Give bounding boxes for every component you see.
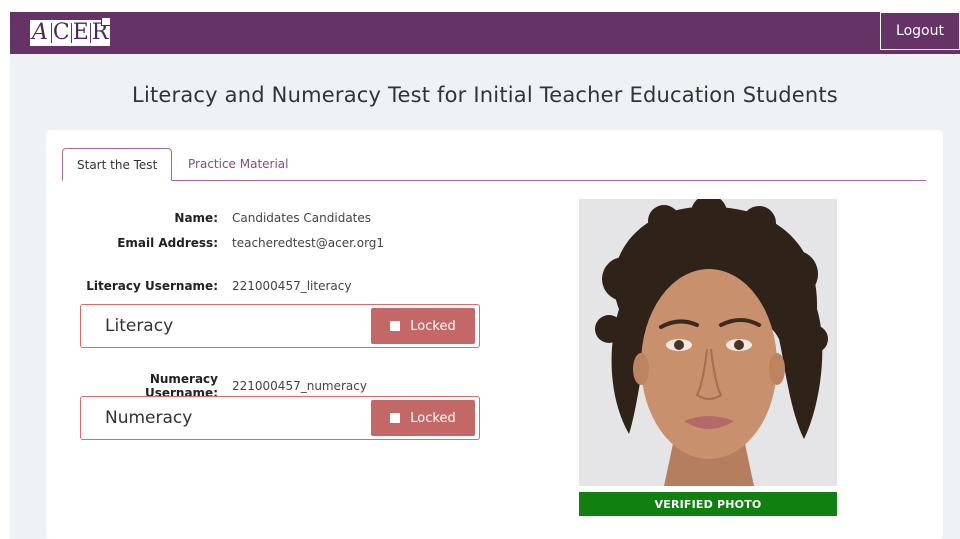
tab-practice-material[interactable]: Practice Material	[174, 148, 303, 180]
candidate-photo	[579, 199, 837, 486]
top-bar: ACER Logout	[10, 12, 960, 54]
verified-photo-badge: VERIFIED PHOTO	[579, 492, 837, 516]
literacy-test-box: Literacy Locked	[80, 304, 480, 348]
logo-mark: ACER	[30, 18, 111, 46]
literacy-test-title: Literacy	[105, 316, 174, 336]
name-row: Name: Candidates Candidates	[80, 211, 371, 225]
numeracy-test-title: Numeracy	[105, 408, 193, 428]
literacy-locked-button[interactable]: Locked	[371, 308, 475, 344]
numeracy-username-value: 221000457_numeracy	[232, 379, 367, 393]
tab-bar: Start the Test Practice Material	[62, 148, 926, 181]
literacy-status-label: Locked	[410, 318, 456, 334]
literacy-username-label: Literacy Username:	[86, 279, 218, 293]
app-frame: ACER Logout Literacy and Numeracy Test f…	[10, 12, 960, 539]
logout-button[interactable]: Logout	[880, 12, 960, 50]
portrait-image	[579, 199, 837, 486]
literacy-username-row: Literacy Username: 221000457_literacy	[80, 279, 351, 293]
tab-start-the-test[interactable]: Start the Test	[62, 148, 173, 181]
email-row: Email Address: teacheredtest@acer.org1	[80, 236, 384, 250]
numeracy-locked-button[interactable]: Locked	[371, 400, 475, 436]
acer-logo[interactable]: ACER	[30, 18, 111, 46]
numeracy-test-box: Numeracy Locked	[80, 396, 480, 440]
main-panel: Start the Test Practice Material Name: C…	[46, 130, 943, 539]
literacy-username-value: 221000457_literacy	[232, 279, 352, 293]
lock-square-icon	[390, 321, 401, 331]
page-title: Literacy and Numeracy Test for Initial T…	[132, 83, 838, 107]
email-value: teacheredtest@acer.org1	[232, 236, 385, 250]
email-label: Email Address:	[117, 236, 218, 250]
lock-square-icon	[390, 413, 401, 423]
name-label: Name:	[174, 211, 218, 225]
numeracy-status-label: Locked	[410, 410, 456, 426]
name-value: Candidates Candidates	[232, 211, 372, 225]
